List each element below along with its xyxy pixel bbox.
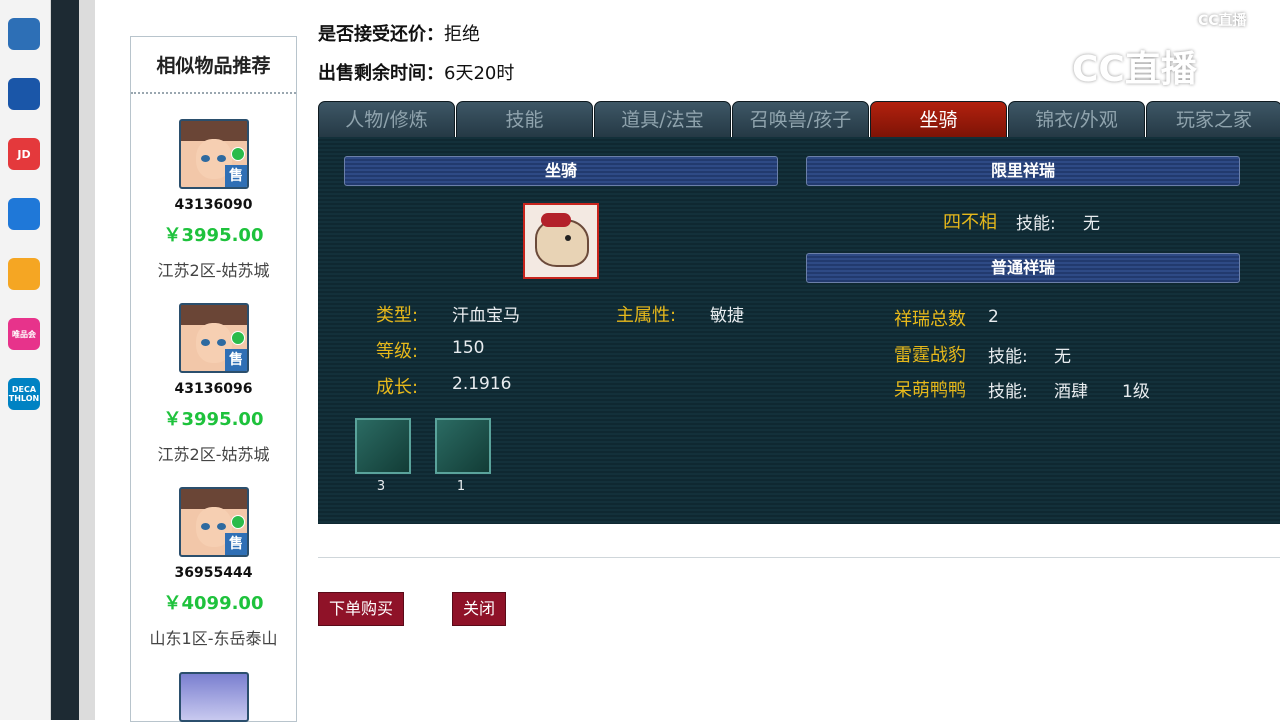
item-id[interactable]: 36955444 xyxy=(131,565,296,581)
item-price: ￥3995.00 xyxy=(163,225,264,246)
main-attr-value: 敏捷 xyxy=(710,306,744,326)
mount-skill-1-icon[interactable] xyxy=(355,418,411,474)
item-server: 江苏2区-姑苏城 xyxy=(157,445,270,464)
bear-app-icon[interactable] xyxy=(8,258,40,290)
mount-skill-2-count: 1 xyxy=(456,479,466,494)
coin-icon xyxy=(231,147,245,161)
refresh-app-icon[interactable] xyxy=(8,198,40,230)
normal-item-2-skill-value: 酒肆 xyxy=(1054,382,1088,402)
tab-5[interactable]: 锦衣/外观 xyxy=(1008,101,1145,139)
bargain-value: 拒绝 xyxy=(444,24,480,45)
tab-4[interactable]: 坐骑 xyxy=(870,101,1007,139)
limited-header: 限里祥瑞 xyxy=(806,156,1240,186)
similar-item-card[interactable]: 售 36955444 ￥4099.00 山东1区-东岳泰山 xyxy=(131,487,296,667)
similar-items-sidebar: 相似物品推荐 售 43136090 ￥3995.00 江苏2区-姑苏城售 4313609… xyxy=(130,36,297,722)
item-price: ￥3995.00 xyxy=(163,409,264,430)
mount-panel: 坐骑 限里祥瑞 四不相 技能: 无 普通祥瑞 类型: 汗血宝马 主属性: 敏捷 … xyxy=(318,137,1280,524)
mount-skill-2-icon[interactable] xyxy=(435,418,491,474)
cc-watermark-small: CC直播 xyxy=(1198,13,1247,29)
limited-skill-value: 无 xyxy=(1083,214,1100,234)
similar-item-card[interactable]: 售 43136096 ￥3995.00 江苏2区-姑苏城 xyxy=(131,303,296,483)
page-gutter xyxy=(79,0,95,720)
coin-icon xyxy=(231,515,245,529)
game-app-icon[interactable] xyxy=(8,18,40,50)
growth-value: 2.1916 xyxy=(452,374,512,394)
mount-skill-1-count: 3 xyxy=(376,479,386,494)
item-id[interactable]: 43136096 xyxy=(131,381,296,397)
character-avatar[interactable] xyxy=(179,672,249,722)
tab-6[interactable]: 玩家之家 xyxy=(1146,101,1280,139)
normal-header: 普通祥瑞 xyxy=(806,253,1240,283)
item-server: 山东1区-东岳泰山 xyxy=(149,629,278,648)
type-value: 汗血宝马 xyxy=(452,306,520,326)
sale-badge: 售 xyxy=(225,165,247,187)
close-button[interactable]: 关闭 xyxy=(452,592,507,626)
coin-icon xyxy=(231,331,245,345)
vip-app-icon[interactable]: 唯品会 xyxy=(8,318,40,350)
level-value: 150 xyxy=(452,338,485,358)
jd-app-icon[interactable]: JD xyxy=(8,138,40,170)
mount-portrait[interactable] xyxy=(523,203,599,279)
item-server: 江苏2区-姑苏城 xyxy=(157,261,270,280)
character-avatar[interactable]: 售 xyxy=(179,303,249,373)
limited-name: 四不相 xyxy=(943,212,997,233)
bargain-row: 是否接受还价：拒绝 xyxy=(318,20,480,46)
decathlon-app-icon[interactable]: DECA THLON xyxy=(8,378,40,410)
level-label: 等级: xyxy=(376,341,419,362)
remaining-time-label: 出售剩余时间： xyxy=(318,63,444,84)
remaining-time-value: 6天20时 xyxy=(444,63,515,84)
type-label: 类型: xyxy=(376,305,419,326)
bargain-label: 是否接受还价： xyxy=(318,24,444,45)
cc-watermark: CC直播 xyxy=(1072,49,1197,90)
blue-wave-app-icon[interactable] xyxy=(8,78,40,110)
character-avatar[interactable]: 售 xyxy=(179,487,249,557)
total-label: 祥瑞总数 xyxy=(894,309,966,330)
sale-badge: 售 xyxy=(225,533,247,555)
item-price: ￥4099.00 xyxy=(163,593,264,614)
normal-item-1-skill-label: 技能: xyxy=(988,347,1028,367)
section-divider xyxy=(318,557,1280,558)
sidebar-title: 相似物品推荐 xyxy=(131,37,296,94)
total-value: 2 xyxy=(988,307,999,327)
sale-badge: 售 xyxy=(225,349,247,371)
limited-skill-label: 技能: xyxy=(1016,214,1056,234)
tab-3[interactable]: 召唤兽/孩子 xyxy=(732,101,869,139)
taskbar: JD 唯品会 DECA THLON xyxy=(0,0,51,720)
growth-label: 成长: xyxy=(376,377,419,398)
similar-item-card[interactable]: 售 43136090 ￥3995.00 江苏2区-姑苏城 xyxy=(131,119,296,299)
normal-item-2-name: 呆萌鸭鸭 xyxy=(894,380,966,401)
main-attr-label: 主属性: xyxy=(616,305,677,326)
item-id[interactable]: 43136090 xyxy=(131,197,296,213)
tab-2[interactable]: 道具/法宝 xyxy=(594,101,731,139)
horse-icon xyxy=(535,213,589,267)
normal-item-2-level: 1级 xyxy=(1122,382,1150,402)
window-border xyxy=(51,0,79,720)
remaining-time-row: 出售剩余时间：6天20时 xyxy=(318,59,514,85)
tab-1[interactable]: 技能 xyxy=(456,101,593,139)
buy-button[interactable]: 下单购买 xyxy=(318,592,405,626)
normal-item-2-skill-label: 技能: xyxy=(988,382,1028,402)
tab-0[interactable]: 人物/修炼 xyxy=(318,101,455,139)
character-avatar[interactable]: 售 xyxy=(179,119,249,189)
normal-item-1-skill-value: 无 xyxy=(1054,347,1071,367)
mount-header: 坐骑 xyxy=(344,156,778,186)
normal-item-1-name: 雷霆战豹 xyxy=(894,345,966,366)
